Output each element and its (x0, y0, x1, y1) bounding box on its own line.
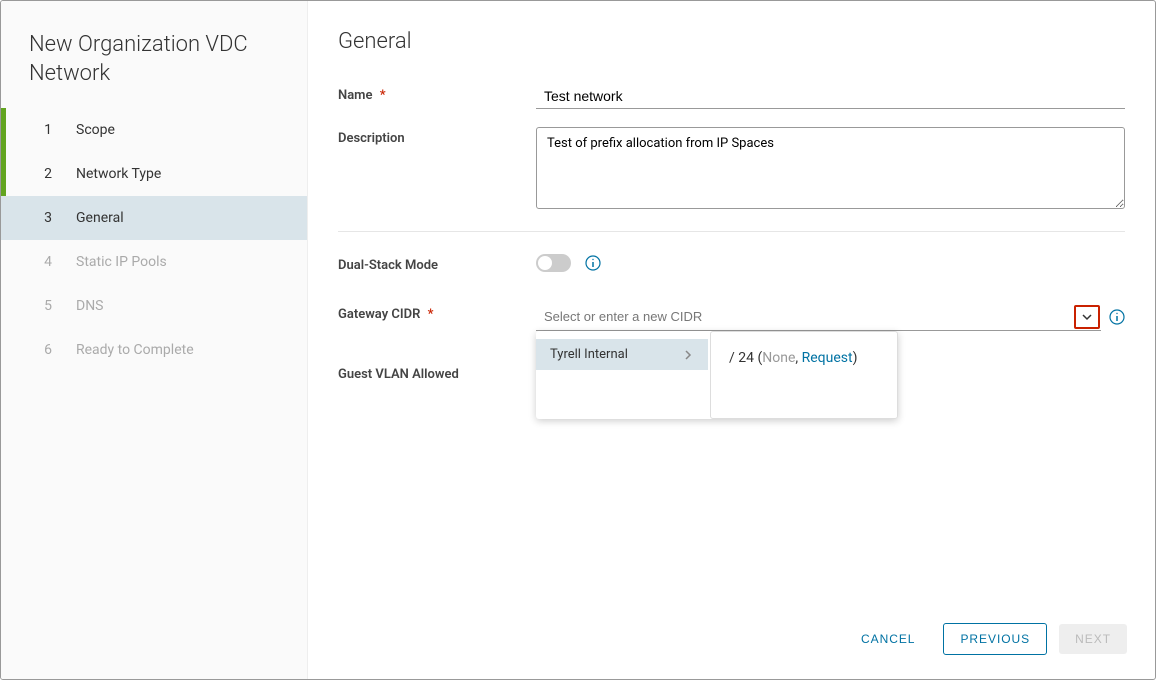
step-scope[interactable]: 1 Scope (1, 108, 307, 152)
step-static-ip-pools: 4 Static IP Pools (1, 240, 307, 284)
wizard-steps: 1 Scope 2 Network Type 3 General 4 Stati… (1, 108, 307, 372)
step-number: 6 (36, 342, 52, 358)
cidr-input-wrap (536, 303, 1101, 331)
step-number: 3 (36, 210, 52, 226)
step-number: 1 (36, 122, 52, 138)
step-label: Scope (76, 122, 115, 138)
page-title: General (338, 29, 1125, 54)
row-dual-stack: Dual-Stack Mode (338, 254, 1125, 273)
label-guest-vlan: Guest VLAN Allowed (338, 363, 536, 382)
wizard-dialog: New Organization VDC Network 1 Scope 2 N… (0, 0, 1156, 680)
step-label: DNS (76, 298, 104, 314)
dropdown-list: Tyrell Internal (536, 331, 708, 419)
wizard-main: General Name * Description Dual-Stack Mo… (308, 1, 1155, 679)
cidr-input[interactable] (536, 305, 1074, 328)
label-text: Name (338, 88, 372, 103)
info-icon[interactable] (1109, 309, 1125, 325)
next-button: NEXT (1059, 624, 1127, 654)
label-gateway-cidr: Gateway CIDR * (338, 303, 536, 322)
none-text: None (762, 350, 795, 366)
step-number: 5 (36, 298, 52, 314)
step-general[interactable]: 3 General (1, 196, 307, 240)
cidr-dropdown-toggle[interactable] (1074, 305, 1100, 329)
wizard-sidebar: New Organization VDC Network 1 Scope 2 N… (1, 1, 308, 679)
info-icon[interactable] (585, 255, 601, 271)
dropdown-item-label: Tyrell Internal (550, 347, 628, 362)
cidr-dropdown-panel: Tyrell Internal / 24 (None, Request) (536, 331, 898, 419)
dual-stack-toggle[interactable] (536, 254, 571, 272)
prefix-text: / 24 ( (729, 350, 762, 366)
control-name (536, 84, 1125, 109)
step-label: Network Type (76, 166, 161, 182)
required-marker: * (380, 88, 386, 103)
label-name: Name * (338, 84, 536, 103)
name-input[interactable] (536, 84, 1125, 109)
step-label: Ready to Complete (76, 342, 194, 358)
step-dns: 5 DNS (1, 284, 307, 328)
close-paren: ) (853, 350, 858, 366)
divider (338, 231, 1125, 232)
step-number: 2 (36, 166, 52, 182)
control-gateway-cidr: Tyrell Internal / 24 (None, Request) (536, 303, 1125, 331)
step-label: General (76, 210, 124, 226)
row-gateway-cidr: Gateway CIDR * (338, 303, 1125, 331)
label-text: Gateway CIDR (338, 307, 420, 322)
step-label: Static IP Pools (76, 254, 167, 270)
row-name: Name * (338, 84, 1125, 109)
control-dual-stack (536, 254, 1125, 272)
request-link[interactable]: Request (802, 350, 853, 366)
chevron-down-icon (1081, 311, 1093, 323)
label-dual-stack: Dual-Stack Mode (338, 254, 536, 273)
control-description (536, 127, 1125, 213)
cancel-button[interactable]: CANCEL (845, 624, 931, 654)
dropdown-subpanel: / 24 (None, Request) (710, 331, 898, 419)
step-ready-to-complete: 6 Ready to Complete (1, 328, 307, 372)
step-number: 4 (36, 254, 52, 270)
wizard-footer: CANCEL PREVIOUS NEXT (308, 605, 1155, 679)
description-textarea[interactable] (536, 127, 1125, 209)
chevron-right-icon (682, 349, 694, 361)
label-description: Description (338, 127, 536, 146)
wizard-title: New Organization VDC Network (1, 21, 307, 108)
dropdown-item-tyrell-internal[interactable]: Tyrell Internal (536, 339, 708, 370)
cidr-dropdown: Tyrell Internal / 24 (None, Request) (536, 303, 1101, 331)
required-marker: * (428, 307, 434, 322)
previous-button[interactable]: PREVIOUS (943, 623, 1047, 655)
main-content: General Name * Description Dual-Stack Mo… (308, 1, 1155, 605)
row-description: Description (338, 127, 1125, 213)
step-network-type[interactable]: 2 Network Type (1, 152, 307, 196)
